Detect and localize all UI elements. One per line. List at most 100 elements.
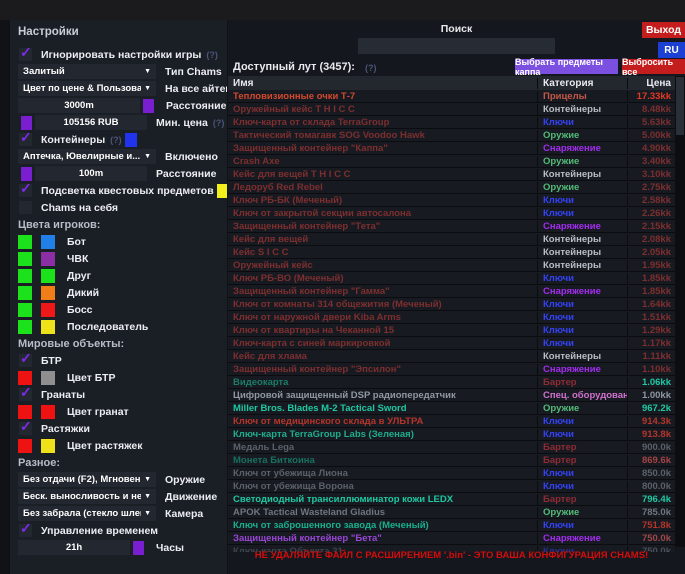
help-icon[interactable]: (?) [110,135,122,145]
text-input[interactable]: 21h [18,540,130,555]
loot-row[interactable]: Оружейный кейсКонтейнеры1.95kk [228,259,675,272]
color-swatch[interactable] [18,252,32,266]
color-swatch[interactable] [18,269,32,283]
loot-name: Кейс S I C C [228,247,537,258]
loot-row[interactable]: Ключ от закрытой секции автосалонаКлючи2… [228,207,675,220]
help-icon[interactable]: (?) [213,118,225,128]
scrollbar-thumb[interactable] [676,77,684,135]
loot-row[interactable]: Ключ-карта от склада TerraGroupКлючи5.63… [228,116,675,129]
loot-row[interactable]: Оружейный кейс T H I C CКонтейнеры8.48kk [228,103,675,116]
search-input[interactable] [358,38,555,54]
color-label: Босс [67,304,93,316]
loot-name: Ключ-карта с синей маркировкой [228,338,537,349]
checkbox[interactable] [19,524,32,537]
loot-row[interactable]: Кейс для вещейКонтейнеры2.08kk [228,233,675,246]
loot-row[interactable]: Тактический томагавк SOG Voodoo HawkОруж… [228,129,675,142]
checkbox[interactable] [19,133,32,146]
loot-row[interactable]: Тепловизионные очки Т-7Прицелы17.33kk [228,90,675,103]
loot-row[interactable]: Ключ-карта с синей маркировкойКлючи1.17k… [228,337,675,350]
loot-price: 1.11kk [627,351,675,362]
checkbox[interactable] [19,388,32,401]
loot-row[interactable]: Монета БиткоинаБартер869.6k [228,454,675,467]
text-input[interactable]: 100m [35,166,147,181]
drop-all-button[interactable]: Выбросить все [622,59,685,74]
loot-row[interactable]: Цифровой защищенный DSP радиопередатчикС… [228,389,675,402]
color-swatch[interactable] [41,405,55,419]
loot-row[interactable]: Ключ РБ-ВО (Меченый)Ключи1.85kk [228,272,675,285]
loot-row[interactable]: Защищенный контейнер "Тета"Снаряжение2.1… [228,220,675,233]
text-input[interactable]: 3000m [18,98,140,113]
checkbox[interactable] [19,184,32,197]
color-swatch[interactable] [217,184,227,198]
loot-row[interactable]: Ключ-карта TerraGroup Labs (Зеленая)Ключ… [228,428,675,441]
loot-help-icon[interactable]: (?) [365,63,377,73]
loot-row[interactable]: ВидеокартаБартер1.06kk [228,376,675,389]
dropdown-select[interactable]: Без отдачи (F2), Мгновенное п▼ [18,472,156,487]
dropdown-value: Аптечка, Ювелирные и... [23,151,141,162]
color-swatch[interactable] [21,167,32,181]
exit-button[interactable]: Выход [642,22,685,38]
dropdown-select[interactable]: Аптечка, Ювелирные и...▼ [18,149,156,164]
checkbox[interactable] [19,354,32,367]
loot-row[interactable]: Защищенный контейнер "Гамма"Снаряжение1.… [228,285,675,298]
color-swatch[interactable] [41,320,55,334]
loot-row[interactable]: Ледоруб Red RebelОружие2.75kk [228,181,675,194]
loot-row[interactable]: Ключ от заброшенного завода (Меченый)Клю… [228,519,675,532]
color-swatch[interactable] [41,439,55,453]
loot-name: Защищенный контейнер "Бета" [228,533,537,544]
color-swatch[interactable] [41,235,55,249]
color-swatch[interactable] [21,116,32,130]
text-input[interactable]: 105156 RUB [35,115,147,130]
loot-row[interactable]: Ключ от квартиры на Чеканной 15Ключи1.29… [228,324,675,337]
loot-row[interactable]: Кейс S I C CКонтейнеры2.05kk [228,246,675,259]
loot-row[interactable]: Crash AxeОружие3.40kk [228,155,675,168]
loot-row[interactable]: Защищенный контейнер "Эпсилон"Снаряжение… [228,363,675,376]
dropdown-value: Без забрала (стекло шлема) [23,508,141,519]
color-swatch[interactable] [125,133,137,147]
loot-row[interactable]: Защищенный контейнер "Бета"Снаряжение750… [228,532,675,545]
loot-row[interactable]: Ключ от комнаты 314 общежития (Меченый)К… [228,298,675,311]
dropdown-select[interactable]: Залитый▼ [18,64,156,79]
loot-row[interactable]: Кейс для хламаКонтейнеры1.11kk [228,350,675,363]
scrollbar-track[interactable] [675,76,685,547]
color-swatch[interactable] [18,235,32,249]
checkbox[interactable] [19,422,32,435]
color-swatch[interactable] [143,99,154,113]
loot-row[interactable]: APOK Tactical Wasteland GladiusОружие785… [228,506,675,519]
loot-name: APOK Tactical Wasteland Gladius [228,507,537,518]
loot-row[interactable]: Ключ РБ-БК (Меченый)Ключи2.58kk [228,194,675,207]
dropdown-select[interactable]: Цвет по цене & Пользователь▼ [18,81,156,96]
dropdown-select[interactable]: Без забрала (стекло шлема)▼ [18,506,156,521]
loot-row[interactable]: Кейс для вещей T H I C CКонтейнеры3.10kk [228,168,675,181]
checkbox-label: Chams на себя [41,202,118,214]
help-icon[interactable]: (?) [206,50,218,60]
loot-table: Имя Категория Цена Тепловизионные очки Т… [228,76,675,552]
loot-category: Ключи [537,195,627,206]
color-swatch[interactable] [18,439,32,453]
loot-row[interactable]: Ключ от убежища ЛионаКлючи850.0k [228,467,675,480]
loot-name: Защищенный контейнер "Гамма" [228,286,537,297]
loot-row[interactable]: Ключ от медицинского склада в УЛЬТРАКлюч… [228,415,675,428]
chevron-down-icon: ▼ [144,153,151,160]
checkbox[interactable] [19,48,32,61]
color-swatch[interactable] [41,286,55,300]
select-kappa-button[interactable]: Выбрать предметы каппа [515,59,618,74]
loot-row[interactable]: Miller Bros. Blades M-2 Tactical SwordОр… [228,402,675,415]
color-swatch[interactable] [18,320,32,334]
color-swatch[interactable] [18,371,32,385]
loot-row[interactable]: Ключ от наружной двери Kiba ArmsКлючи1.5… [228,311,675,324]
color-swatch[interactable] [41,303,55,317]
color-swatch[interactable] [41,252,55,266]
loot-row[interactable]: Защищенный контейнер "Каппа"Снаряжение4.… [228,142,675,155]
color-swatch[interactable] [18,303,32,317]
color-swatch[interactable] [133,541,144,555]
checkbox[interactable] [19,201,32,214]
color-swatch[interactable] [41,269,55,283]
loot-row[interactable]: Светодиодный трансиллюминатор кожи LEDXБ… [228,493,675,506]
dropdown-select[interactable]: Беск. выносливость и нет уста:▼ [18,489,156,504]
color-swatch[interactable] [18,405,32,419]
color-swatch[interactable] [41,371,55,385]
loot-row[interactable]: Медаль LegaБартер900.0k [228,441,675,454]
color-swatch[interactable] [18,286,32,300]
loot-row[interactable]: Ключ от убежища ВоронаКлючи800.0k [228,480,675,493]
